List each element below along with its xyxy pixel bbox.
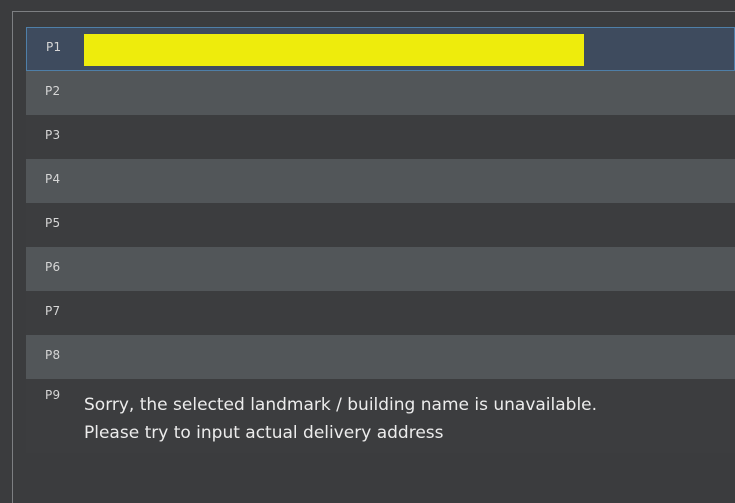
row-label: P9	[45, 388, 61, 402]
list-item-p1[interactable]: P1	[26, 27, 735, 71]
list-item-p8[interactable]: P8	[26, 335, 735, 379]
list-item-p2[interactable]: P2	[26, 71, 735, 115]
unavailable-message: Sorry, the selected landmark / building …	[84, 395, 598, 443]
row-label: P1	[46, 40, 62, 54]
list-item-p9[interactable]: P9 Sorry, the selected landmark / buildi…	[26, 379, 735, 453]
row-label: P8	[45, 348, 61, 362]
row-label: P7	[45, 304, 61, 318]
result-list: P1 P2 P3 P4 P5 P6 P7 P8 P9 Sorry, the se…	[26, 27, 735, 453]
list-item-p4[interactable]: P4	[26, 159, 735, 203]
list-item-p5[interactable]: P5	[26, 203, 735, 247]
row-label: P4	[45, 172, 61, 186]
row-label: P5	[45, 216, 61, 230]
row-label: P2	[45, 84, 61, 98]
highlight-bar	[84, 34, 584, 66]
row-label: P6	[45, 260, 61, 274]
list-item-p6[interactable]: P6	[26, 247, 735, 291]
row-label: P3	[45, 128, 61, 142]
list-item-p3[interactable]: P3	[26, 115, 735, 159]
list-item-p7[interactable]: P7	[26, 291, 735, 335]
